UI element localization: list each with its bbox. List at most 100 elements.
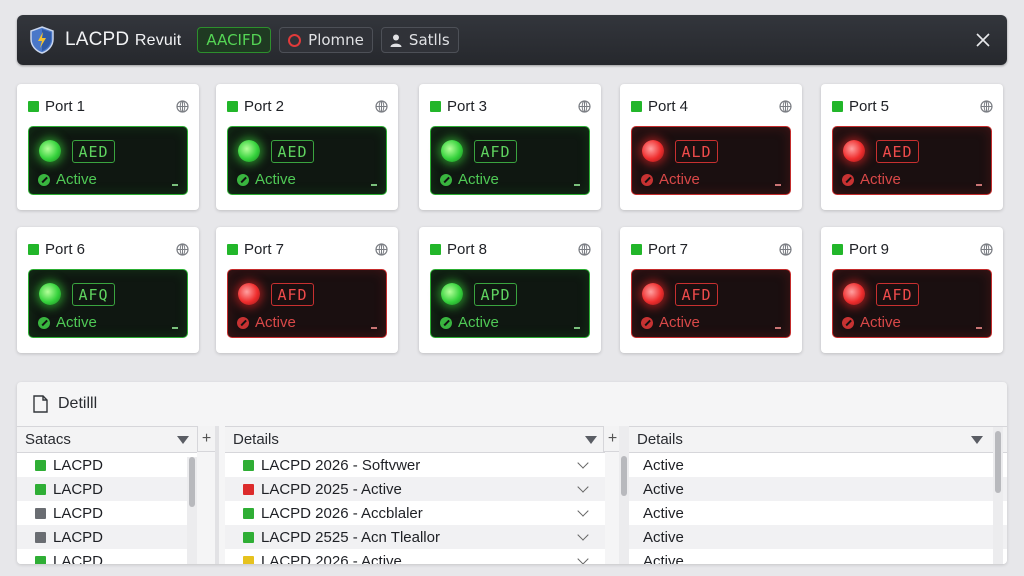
port-status-text: Active [56, 314, 97, 331]
status-led-icon [642, 283, 664, 305]
chevron-down-icon[interactable] [577, 552, 589, 564]
details-column-status: Satacs LACPD LACPD LACPD LACPD LACPD [17, 426, 197, 564]
port-card[interactable]: Port 7 AFD Active [216, 227, 398, 353]
port-status-square-icon [430, 100, 441, 112]
scrollbar-thumb[interactable] [189, 457, 195, 507]
minimize-icon[interactable] [371, 184, 377, 186]
table-row[interactable]: LACPD 2026 - Accblaler [225, 501, 605, 525]
chevron-down-icon[interactable] [577, 480, 589, 493]
table-row[interactable]: Active [629, 525, 1007, 549]
table-row[interactable]: Active [629, 501, 1007, 525]
add-column-button[interactable]: + [197, 426, 215, 452]
port-card[interactable]: Port 2 AED Active [216, 84, 398, 210]
column-header-status[interactable]: Satacs [17, 427, 197, 453]
column-header-details-3[interactable]: Details [629, 427, 1007, 453]
sort-caret-icon[interactable] [177, 435, 189, 444]
table-row[interactable]: LACPD [17, 477, 197, 501]
port-status-square-icon [430, 243, 441, 255]
minimize-icon[interactable] [574, 327, 580, 329]
toolbar-button-plomne[interactable]: Plomne [279, 27, 373, 53]
row-status-indicator-icon [243, 531, 254, 543]
table-row[interactable]: LACPD 2026 - Softvwer [225, 453, 605, 477]
chevron-down-icon[interactable] [577, 504, 589, 517]
table-row[interactable]: Active [629, 477, 1007, 501]
globe-icon[interactable] [578, 99, 591, 113]
toolbar-button-label: Satlls [408, 31, 450, 49]
status-leaf-icon [38, 316, 50, 329]
chevron-down-icon[interactable] [577, 456, 589, 469]
port-card[interactable]: Port 7 AFD Active [620, 227, 802, 353]
table-cell: LACPD 2025 - Active [261, 480, 402, 498]
port-card[interactable]: Port 9 AFD Active [821, 227, 1003, 353]
port-card-header: Port 4 [631, 96, 792, 116]
row-status-indicator-icon [243, 483, 254, 495]
globe-icon[interactable] [578, 242, 591, 256]
port-status: Active [237, 171, 296, 188]
table-row[interactable]: LACPD 2026 - Active [225, 549, 605, 564]
scrollbar-thumb[interactable] [621, 456, 627, 496]
sort-caret-icon[interactable] [971, 435, 983, 444]
port-code: AFD [675, 283, 718, 306]
globe-icon[interactable] [176, 99, 189, 113]
port-status: Active [641, 314, 700, 331]
status-led-icon [238, 140, 260, 162]
port-status-panel: AFD Active [832, 269, 992, 338]
minimize-icon[interactable] [976, 327, 982, 329]
port-status-square-icon [832, 243, 843, 255]
toolbar-button-aacifd[interactable]: AACIFD [197, 27, 272, 53]
column-scrollbar[interactable] [187, 457, 197, 564]
table-cell: LACPD [53, 504, 104, 522]
port-status-panel: AFQ Active [28, 269, 188, 338]
port-status-text: Active [659, 171, 700, 188]
minimize-icon[interactable] [775, 327, 781, 329]
table-row[interactable]: LACPD 2025 - Active [225, 477, 605, 501]
toolbar-button-satlls[interactable]: Satlls [380, 27, 459, 53]
globe-icon[interactable] [980, 242, 993, 256]
port-code: APD [474, 283, 517, 306]
port-card-header: Port 5 [832, 96, 993, 116]
port-status: Active [440, 171, 499, 188]
table-row[interactable]: Active [629, 453, 1007, 477]
app-title-main: LACPD [65, 29, 130, 50]
scrollbar-thumb[interactable] [995, 431, 1001, 493]
globe-icon[interactable] [176, 242, 189, 256]
table-row[interactable]: Active [629, 549, 1007, 565]
port-status-text: Active [458, 171, 499, 188]
chevron-down-icon[interactable] [577, 528, 589, 541]
table-row[interactable]: LACPD [17, 501, 197, 525]
table-cell: LACPD 2026 - Softvwer [261, 456, 421, 474]
minimize-icon[interactable] [172, 327, 178, 329]
port-card[interactable]: Port 5 AED Active [821, 84, 1003, 210]
column-scrollbar-3[interactable] [993, 427, 1003, 564]
row-status-indicator-icon [243, 459, 254, 471]
minimize-icon[interactable] [775, 184, 781, 186]
globe-icon[interactable] [980, 99, 993, 113]
minimize-icon[interactable] [976, 184, 982, 186]
column-header-label: Details [233, 431, 279, 448]
table-row[interactable]: LACPD [17, 453, 197, 477]
table-row[interactable]: LACPD [17, 525, 197, 549]
globe-icon[interactable] [375, 242, 388, 256]
globe-icon[interactable] [779, 99, 792, 113]
table-row[interactable]: LACPD [17, 549, 197, 564]
close-button[interactable] [971, 28, 995, 52]
column-scrollbar-2[interactable] [619, 426, 629, 564]
table-cell: Active [643, 552, 684, 565]
port-card[interactable]: Port 8 APD Active [419, 227, 601, 353]
sort-caret-icon[interactable] [585, 435, 597, 444]
globe-icon[interactable] [779, 242, 792, 256]
port-card[interactable]: Port 1 AED Active [17, 84, 199, 210]
globe-icon[interactable] [375, 99, 388, 113]
port-card[interactable]: Port 4 ALD Active [620, 84, 802, 210]
port-status-text: Active [860, 171, 901, 188]
minimize-icon[interactable] [172, 184, 178, 186]
column-header-details[interactable]: Details [225, 427, 605, 453]
port-status-panel: AED Active [28, 126, 188, 195]
minimize-icon[interactable] [574, 184, 580, 186]
table-cell: LACPD [53, 480, 104, 498]
table-row[interactable]: LACPD 2525 - Acn Tleallor [225, 525, 605, 549]
minimize-icon[interactable] [371, 327, 377, 329]
port-card[interactable]: Port 6 AFQ Active [17, 227, 199, 353]
port-card[interactable]: Port 3 AFD Active [419, 84, 601, 210]
app-title-sub: Revuit [134, 32, 182, 49]
